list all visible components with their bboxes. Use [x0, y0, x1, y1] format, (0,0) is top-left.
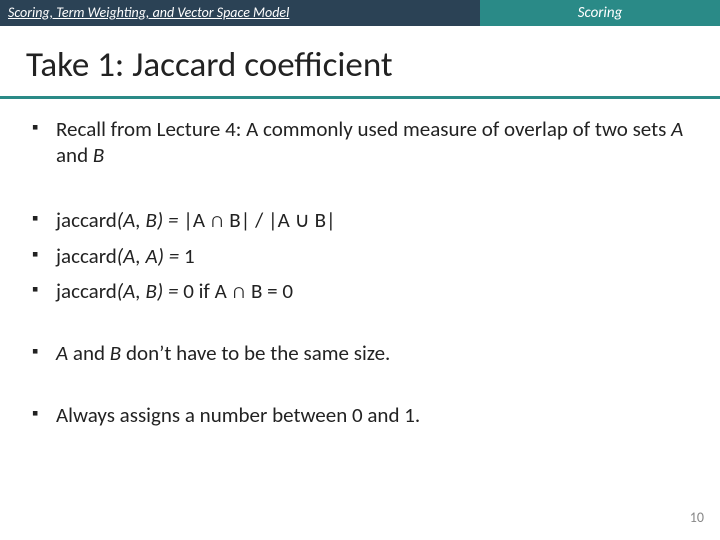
slide-title: Take 1: Jaccard coefficient [0, 26, 720, 96]
bullet-jaccard-formula: jaccard(A, B) = |A ∩ B| / |A ∪ B| [28, 208, 692, 234]
func-args: (A, B) = [117, 278, 183, 304]
var-a: A [671, 116, 683, 142]
func-args: (A, B) = [117, 207, 183, 233]
bullet-list: Recall from Lecture 4: A commonly used m… [28, 117, 692, 428]
slide: Scoring, Term Weighting, and Vector Spac… [0, 0, 720, 540]
text: and [68, 340, 110, 366]
var-a: A [56, 340, 68, 366]
bullet-recall: Recall from Lecture 4: A commonly used m… [28, 117, 692, 168]
spacer [28, 178, 692, 208]
slide-header: Scoring, Term Weighting, and Vector Spac… [0, 0, 720, 26]
text: don’t have to be the same size. [121, 340, 390, 366]
page-number: 10 [690, 509, 704, 526]
slide-body: Recall from Lecture 4: A commonly used m… [0, 99, 720, 428]
spacer [28, 315, 692, 341]
spacer [28, 377, 692, 403]
header-section: Scoring [480, 0, 720, 26]
formula-body: |A ∩ B| / |A ∪ B| [183, 207, 336, 233]
text: Always assigns a number between 0 and 1. [56, 402, 420, 428]
value: 0 if A ∩ B = 0 [183, 278, 293, 304]
bullet-jaccard-disjoint: jaccard(A, B) = 0 if A ∩ B = 0 [28, 279, 692, 305]
bullet-range-note: Always assigns a number between 0 and 1. [28, 403, 692, 429]
text: Recall from Lecture 4: A commonly used m… [56, 116, 671, 142]
func-name: jaccard [56, 207, 117, 233]
var-b: B [93, 142, 104, 168]
func-name: jaccard [56, 278, 117, 304]
value: 1 [184, 243, 195, 269]
header-topic: Scoring, Term Weighting, and Vector Spac… [0, 0, 480, 26]
text: and [56, 142, 93, 168]
bullet-size-note: A and B don’t have to be the same size. [28, 341, 692, 367]
bullet-jaccard-identity: jaccard(A, A) = 1 [28, 244, 692, 270]
var-b: B [110, 340, 121, 366]
func-args: (A, A) = [117, 243, 184, 269]
func-name: jaccard [56, 243, 117, 269]
